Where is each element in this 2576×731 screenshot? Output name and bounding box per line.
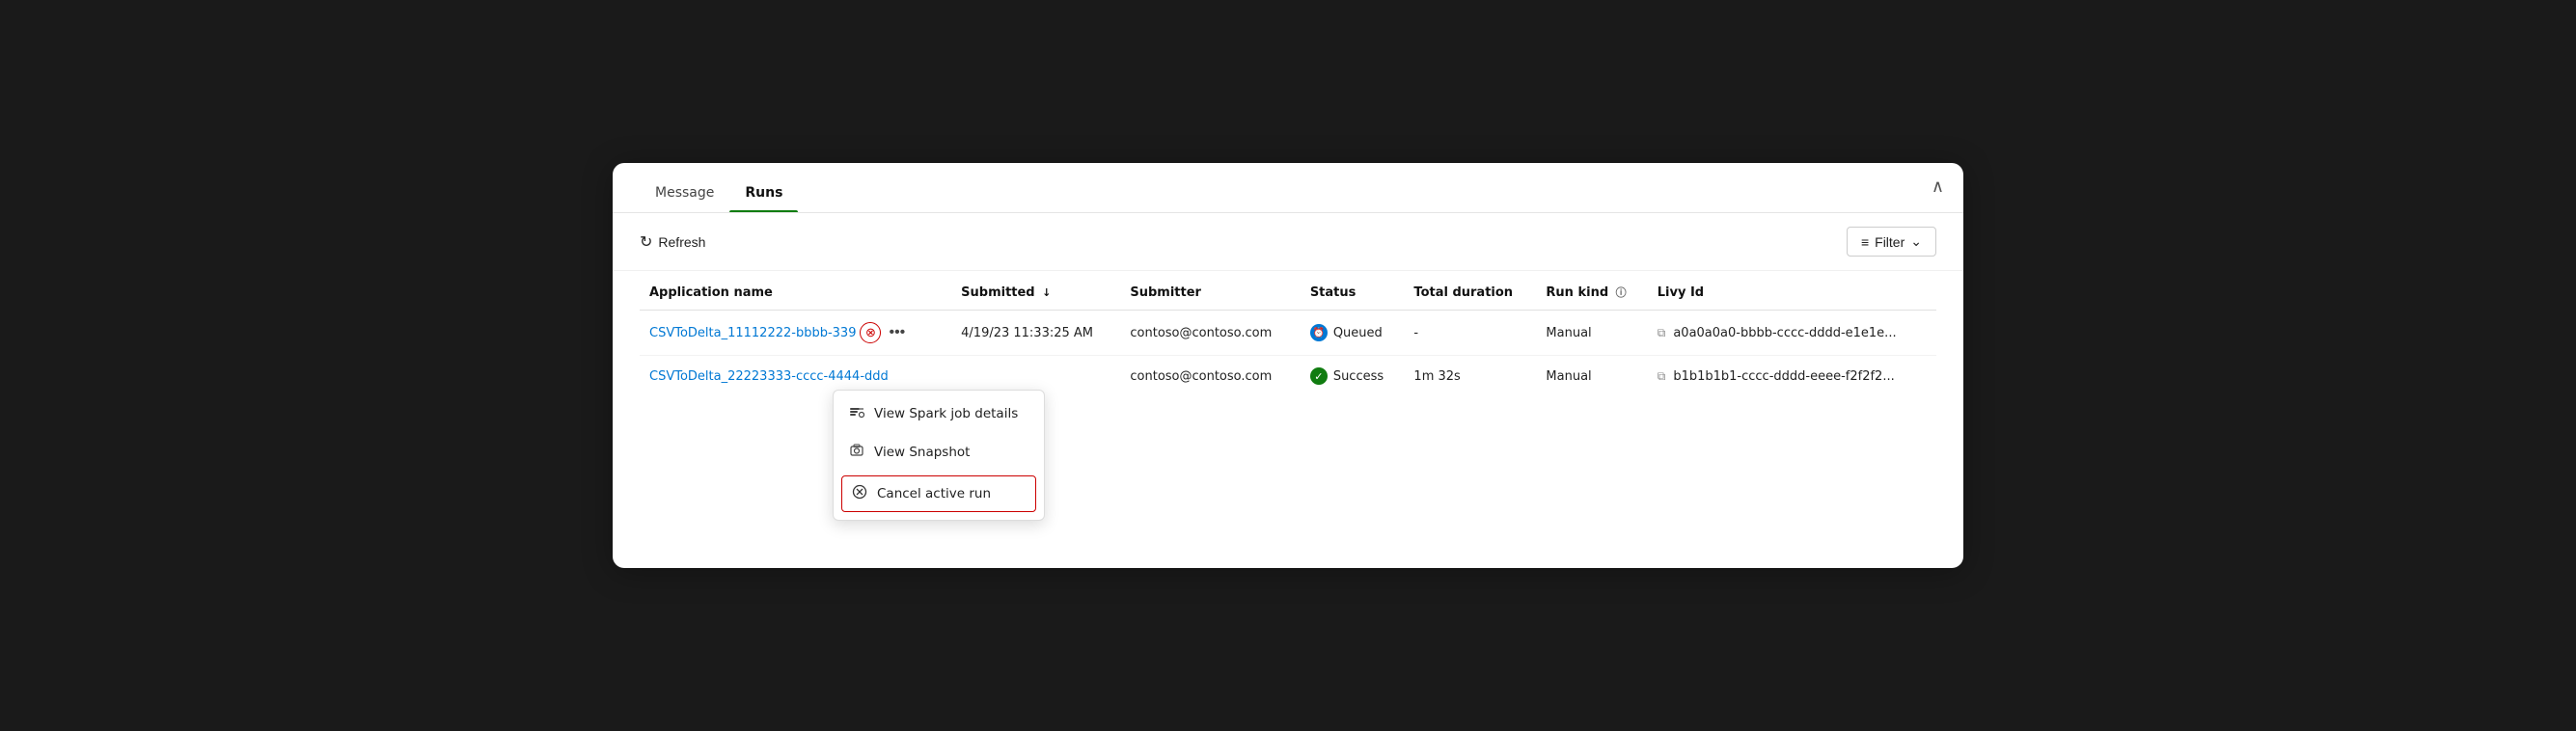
filter-label: Filter: [1875, 234, 1905, 250]
chevron-down-icon: ⌄: [1910, 233, 1922, 250]
collapse-button[interactable]: ∧: [1932, 176, 1944, 197]
tabs-bar: Message Runs ∧: [613, 163, 1963, 213]
col-run-kind: Run kind ⓘ: [1536, 271, 1647, 311]
runs-table: Application name Submitted ↓ Submitter S…: [640, 271, 1936, 396]
row1-cancel-icon-btn[interactable]: ⊗: [860, 322, 881, 343]
run-kind-info-icon: ⓘ: [1616, 284, 1627, 300]
col-submitted: Submitted ↓: [951, 271, 1120, 311]
more-icon: •••: [889, 324, 905, 340]
tab-message[interactable]: Message: [640, 172, 729, 212]
menu-item-cancel-run[interactable]: Cancel active run: [841, 475, 1036, 512]
row2-livy-id-text: b1b1b1b1-cccc-dddd-eeee-f2f2f2...: [1673, 369, 1894, 384]
menu-item-spark-label: View Spark job details: [874, 406, 1018, 421]
snapshot-icon: [849, 443, 864, 462]
row1-livy-id: ⧉ a0a0a0a0-bbbb-cccc-dddd-e1e1e...: [1648, 311, 1936, 356]
row1-submitted: 4/19/23 11:33:25 AM: [951, 311, 1120, 356]
menu-item-view-snapshot[interactable]: View Snapshot: [834, 433, 1044, 472]
row2-livy-id: ⧉ b1b1b1b1-cccc-dddd-eeee-f2f2f2...: [1648, 356, 1936, 397]
row2-submitter: contoso@contoso.com: [1120, 356, 1300, 397]
col-submitter: Submitter: [1120, 271, 1300, 311]
row2-duration: 1m 32s: [1404, 356, 1536, 397]
row2-status-text: Success: [1333, 369, 1384, 384]
spark-icon: [849, 404, 864, 423]
main-window: Message Runs ∧ ↻ Refresh ≡ Filter ⌄ Appl…: [613, 163, 1963, 568]
close-circle-icon: ⊗: [865, 325, 876, 340]
filter-icon: ≡: [1861, 234, 1869, 250]
collapse-icon: ∧: [1932, 176, 1944, 196]
row1-app-link[interactable]: CSVToDelta_11112222-bbbb-339: [649, 326, 856, 340]
col-livy-id: Livy Id: [1648, 271, 1936, 311]
context-menu: View Spark job details View Snapshot C: [833, 390, 1045, 521]
refresh-icon: ↻: [640, 232, 652, 252]
row1-status: ⏰ Queued: [1301, 311, 1405, 356]
toolbar: ↻ Refresh ≡ Filter ⌄: [613, 213, 1963, 271]
copy-icon: ⧉: [1658, 369, 1666, 384]
row1-status-text: Queued: [1333, 326, 1383, 340]
row2-app-link[interactable]: CSVToDelta_22223333-cccc-4444-ddd: [649, 369, 889, 384]
row1-submitter: contoso@contoso.com: [1120, 311, 1300, 356]
copy-icon: ⧉: [1658, 326, 1666, 340]
row1-livy-id-text: a0a0a0a0-bbbb-cccc-dddd-e1e1e...: [1673, 326, 1896, 340]
queued-status-icon: ⏰: [1310, 324, 1328, 341]
row1-app-name-cell: CSVToDelta_11112222-bbbb-339 ⊗ •••: [640, 311, 951, 356]
table-row: CSVToDelta_11112222-bbbb-339 ⊗ ••• 4/19/…: [640, 311, 1936, 356]
row1-duration: -: [1404, 311, 1536, 356]
menu-item-cancel-label: Cancel active run: [877, 486, 991, 501]
row2-status: ✓ Success: [1301, 356, 1405, 397]
runs-table-container: Application name Submitted ↓ Submitter S…: [613, 271, 1963, 416]
success-status-icon: ✓: [1310, 367, 1328, 385]
menu-item-view-spark[interactable]: View Spark job details: [834, 394, 1044, 433]
refresh-button[interactable]: ↻ Refresh: [640, 232, 705, 252]
filter-button[interactable]: ≡ Filter ⌄: [1847, 227, 1936, 257]
row1-run-kind: Manual: [1536, 311, 1647, 356]
col-app-name: Application name: [640, 271, 951, 311]
tab-runs[interactable]: Runs: [729, 172, 798, 212]
table-header-row: Application name Submitted ↓ Submitter S…: [640, 271, 1936, 311]
col-status: Status: [1301, 271, 1405, 311]
menu-item-snapshot-label: View Snapshot: [874, 445, 970, 460]
row1-more-button[interactable]: •••: [885, 322, 909, 343]
row2-run-kind: Manual: [1536, 356, 1647, 397]
cancel-circle-icon: [852, 484, 867, 503]
col-duration: Total duration: [1404, 271, 1536, 311]
sort-icon: ↓: [1042, 286, 1051, 299]
refresh-label: Refresh: [658, 234, 705, 250]
